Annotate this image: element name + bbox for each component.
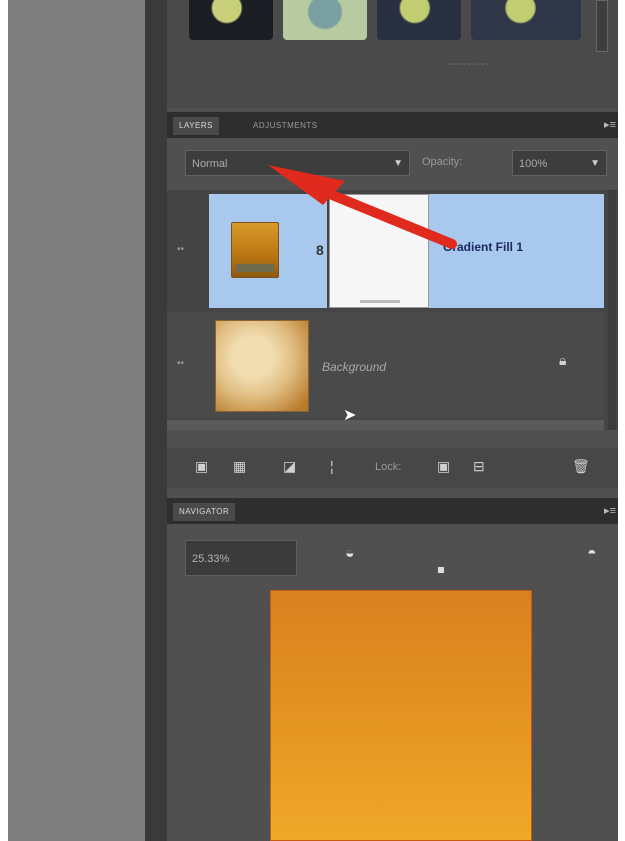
annotation-arrow-icon bbox=[268, 165, 457, 249]
arrow-shaft bbox=[315, 185, 457, 249]
